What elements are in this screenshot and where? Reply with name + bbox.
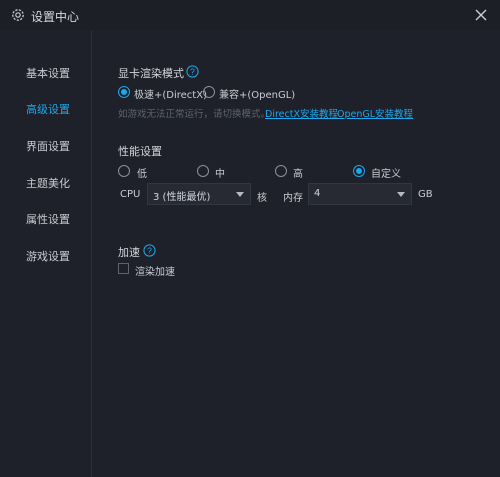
cpu-label: CPU (120, 189, 141, 200)
sidebar-item-basic[interactable]: 基本设置 (26, 65, 70, 81)
gear-icon (12, 9, 24, 21)
sidebar-item-theme[interactable]: 主题美化 (26, 175, 70, 191)
sidebar: 基本设置 高级设置 界面设置 主题美化 属性设置 游戏设置 (0, 30, 92, 477)
content-panel: 显卡渲染模式 ? 极速+(DirectX) 兼容+(OpenGL) 如游戏无法正… (93, 30, 500, 477)
sidebar-item-properties[interactable]: 属性设置 (26, 211, 70, 227)
memory-select[interactable]: 4 (308, 183, 412, 205)
help-icon[interactable]: ? (186, 65, 199, 78)
cpu-select-value: 3 (性能最优) (153, 192, 211, 203)
radio-opengl-label[interactable]: 兼容+(OpenGL) (219, 86, 295, 101)
chevron-down-icon (236, 192, 244, 197)
radio-opengl[interactable] (203, 86, 215, 98)
cpu-unit: 核 (257, 193, 267, 204)
cpu-select[interactable]: 3 (性能最优) (147, 183, 251, 205)
title-bar: 设置中心 (0, 0, 500, 30)
directx-tutorial-link[interactable]: DirectX安装教程 (265, 106, 338, 120)
close-icon[interactable] (472, 6, 490, 24)
radio-perf-low-label[interactable]: 低 (137, 165, 147, 180)
svg-text:?: ? (147, 246, 152, 256)
radio-perf-custom-label[interactable]: 自定义 (371, 165, 401, 180)
window-title: 设置中心 (31, 10, 80, 24)
chevron-down-icon (397, 192, 405, 197)
radio-directx-label[interactable]: 极速+(DirectX) (134, 86, 207, 101)
radio-perf-high-label[interactable]: 高 (293, 165, 303, 180)
radio-directx[interactable] (118, 86, 130, 98)
radio-perf-medium[interactable] (197, 165, 209, 177)
render-acceleration-label[interactable]: 渲染加速 (135, 263, 175, 278)
sidebar-item-game[interactable]: 游戏设置 (26, 248, 70, 264)
acceleration-title: 加速 (118, 246, 140, 259)
render-acceleration-checkbox[interactable] (118, 263, 129, 274)
svg-text:?: ? (190, 67, 195, 77)
opengl-tutorial-link[interactable]: OpenGL安装教程 (337, 106, 413, 120)
memory-label: 内存 (283, 193, 303, 204)
render-mode-title: 显卡渲染模式 (118, 67, 184, 80)
sidebar-item-advanced[interactable]: 高级设置 (26, 101, 70, 117)
help-icon[interactable]: ? (143, 244, 156, 257)
radio-perf-high[interactable] (275, 165, 287, 177)
memory-unit: GB (418, 189, 433, 200)
radio-perf-low[interactable] (118, 165, 130, 177)
render-hint: 如游戏无法正常运行，请切换模式。 (118, 109, 271, 120)
sidebar-item-interface[interactable]: 界面设置 (26, 138, 70, 154)
performance-title: 性能设置 (118, 145, 162, 158)
radio-perf-medium-label[interactable]: 中 (215, 165, 225, 180)
memory-select-value: 4 (314, 188, 321, 199)
radio-perf-custom[interactable] (353, 165, 365, 177)
